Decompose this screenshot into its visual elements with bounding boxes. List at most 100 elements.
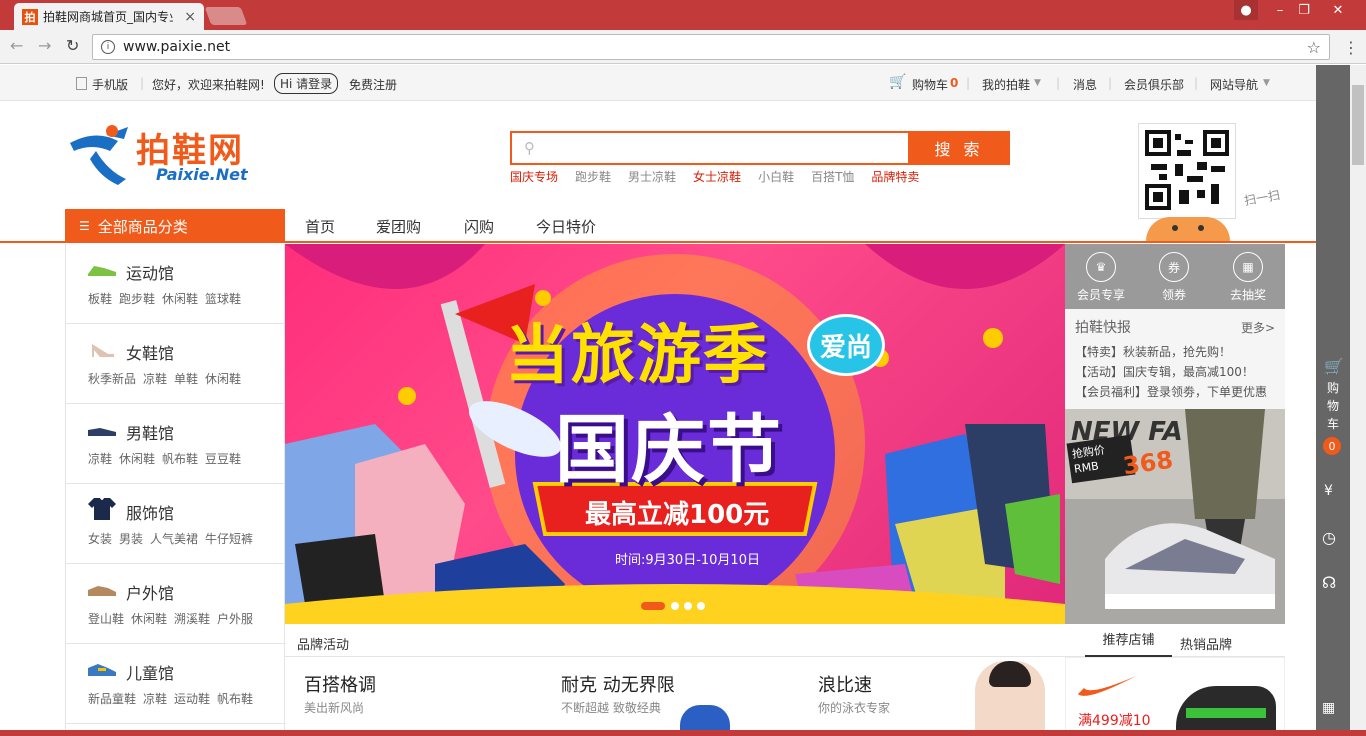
subcategory-link[interactable]: 牛仔短裤 bbox=[205, 532, 253, 546]
tab-recommended-stores[interactable]: 推荐店铺 bbox=[1085, 625, 1172, 657]
close-window-button[interactable]: ✕ bbox=[1316, 0, 1360, 20]
sidebar-cart-label[interactable]: 购物车 bbox=[1326, 379, 1340, 433]
subcategory-link[interactable]: 休闲鞋 bbox=[131, 612, 167, 626]
menu-icon[interactable]: ⋮ bbox=[1343, 38, 1359, 57]
tshirt-icon bbox=[88, 498, 116, 520]
club-link[interactable]: 会员俱乐部 bbox=[1124, 76, 1184, 93]
brand-card[interactable]: 浪比速 你的泳衣专家 bbox=[818, 671, 890, 716]
category-item-men[interactable]: 男鞋馆 凉鞋 休闲鞋 帆布鞋 豆豆鞋 bbox=[66, 404, 286, 484]
info-icon[interactable]: i bbox=[101, 40, 115, 54]
site-logo[interactable]: 拍鞋网 Paixie.Net bbox=[66, 121, 276, 191]
nav-daily-deals[interactable]: 今日特价 bbox=[536, 216, 596, 237]
my-account-link[interactable]: 我的拍鞋 bbox=[982, 76, 1030, 93]
all-categories-button[interactable]: ☰ 全部商品分类 bbox=[65, 209, 285, 243]
carousel-dot[interactable] bbox=[697, 602, 705, 610]
subcategory-link[interactable]: 板鞋 bbox=[88, 292, 112, 306]
member-exclusive-link[interactable]: ♛ 会员专享 bbox=[1066, 252, 1136, 303]
category-item-apparel[interactable]: 服饰馆 女装 男装 人气美裙 牛仔短裤 bbox=[66, 484, 286, 564]
back-icon[interactable]: ← bbox=[10, 36, 23, 55]
subcategory-link[interactable]: 凉鞋 bbox=[143, 372, 167, 386]
promo-banner[interactable]: 当旅游季 爱尚 国庆节 最高立减100元 时间:9月30日-10月10日 bbox=[285, 244, 1065, 624]
hotword-link[interactable]: 跑步鞋 bbox=[575, 170, 611, 184]
profile-icon[interactable]: ● bbox=[1234, 0, 1258, 20]
search-button[interactable]: 搜 索 bbox=[908, 131, 1010, 165]
promo-text: 满499减10 bbox=[1078, 713, 1151, 729]
site-nav-link[interactable]: 网站导航 bbox=[1210, 76, 1258, 93]
hotword-link[interactable]: 男士凉鞋 bbox=[628, 170, 676, 184]
bookmark-star-icon[interactable]: ☆ bbox=[1307, 38, 1321, 57]
news-item[interactable]: 【特卖】秋装新品，抢先购！ bbox=[1075, 343, 1231, 360]
subcategory-link[interactable]: 女装 bbox=[88, 532, 112, 546]
reload-icon[interactable]: ↻ bbox=[66, 36, 79, 55]
category-item-women[interactable]: 女鞋馆 秋季新品 凉鞋 单鞋 休闲鞋 bbox=[66, 324, 286, 404]
history-icon[interactable]: ◷ bbox=[1322, 528, 1336, 547]
subcategory-link[interactable]: 新品童鞋 bbox=[88, 692, 136, 706]
member-label: 去抽奖 bbox=[1229, 288, 1266, 302]
carousel-dot[interactable] bbox=[684, 602, 692, 610]
subcategory-link[interactable]: 单鞋 bbox=[174, 372, 198, 386]
subcategory-link[interactable]: 休闲鞋 bbox=[205, 372, 241, 386]
subcategory-link[interactable]: 秋季新品 bbox=[88, 372, 136, 386]
subcategory-link[interactable]: 人气美裙 bbox=[150, 532, 198, 546]
hotword-link[interactable]: 品牌特卖 bbox=[871, 170, 919, 184]
carousel-dot-active[interactable] bbox=[641, 602, 665, 610]
category-item-outdoor[interactable]: 户外馆 登山鞋 休闲鞋 溯溪鞋 户外服 bbox=[66, 564, 286, 644]
news-item[interactable]: 【活动】国庆专辑，最高减100！ bbox=[1075, 363, 1254, 380]
subcategory-link[interactable]: 休闲鞋 bbox=[162, 292, 198, 306]
search-input[interactable]: ⚲ bbox=[510, 131, 910, 165]
wallet-icon[interactable]: ¥ bbox=[1324, 483, 1333, 499]
divider: | bbox=[966, 76, 971, 90]
subcategory-link[interactable]: 溯溪鞋 bbox=[174, 612, 210, 626]
tab-hot-brands[interactable]: 热销品牌 bbox=[1180, 634, 1232, 653]
divider: | bbox=[1108, 76, 1113, 90]
minimize-button[interactable]: – bbox=[1268, 0, 1292, 20]
cart-icon[interactable]: 🛒 bbox=[1324, 357, 1344, 376]
brand-card[interactable]: 耐克 动无界限 不断超越 致敬经典 bbox=[561, 671, 675, 716]
brand-slogan: 你的泳衣专家 bbox=[818, 701, 891, 715]
lottery-link[interactable]: ▦ 去抽奖 bbox=[1213, 252, 1283, 303]
login-link[interactable]: Hi 请登录 bbox=[274, 73, 339, 94]
customer-service-icon[interactable]: ☊ bbox=[1322, 573, 1336, 592]
messages-link[interactable]: 消息 bbox=[1073, 76, 1097, 93]
new-tab-button[interactable] bbox=[204, 7, 248, 25]
nav-flash-sale[interactable]: 闪购 bbox=[464, 216, 494, 237]
subcategory-link[interactable]: 凉鞋 bbox=[143, 692, 167, 706]
subcategory-link[interactable]: 跑步鞋 bbox=[119, 292, 155, 306]
subcategory-link[interactable]: 男装 bbox=[119, 532, 143, 546]
news-item[interactable]: 【会员福利】登录领劵，下单更优惠 bbox=[1075, 383, 1267, 400]
category-item-sports[interactable]: 运动馆 板鞋 跑步鞋 休闲鞋 篮球鞋 bbox=[66, 244, 286, 324]
subcategory-link[interactable]: 篮球鞋 bbox=[205, 292, 241, 306]
carousel-dot[interactable] bbox=[671, 602, 679, 610]
subcategory-link[interactable]: 运动鞋 bbox=[174, 692, 210, 706]
browser-tab[interactable]: 拍 拍鞋网商城首页_国内专业 × bbox=[14, 3, 204, 30]
hotword-link[interactable]: 小白鞋 bbox=[758, 170, 794, 184]
subcategory-link[interactable]: 凉鞋 bbox=[88, 452, 112, 466]
close-tab-icon[interactable]: × bbox=[184, 9, 196, 25]
scrollbar-thumb[interactable] bbox=[1352, 85, 1364, 165]
subcategory-link[interactable]: 豆豆鞋 bbox=[205, 452, 241, 466]
hotword-link[interactable]: 女士凉鞋 bbox=[693, 170, 741, 184]
hotword-link[interactable]: 百搭T恤 bbox=[811, 170, 854, 184]
nike-promo[interactable]: 满499减10 bbox=[1065, 657, 1285, 730]
scrollbar[interactable] bbox=[1350, 65, 1366, 730]
qr-code-icon[interactable]: ▦ bbox=[1322, 700, 1335, 716]
brand-card[interactable]: 百搭格调 美出新风尚 bbox=[304, 671, 376, 716]
subcategory-link[interactable]: 休闲鞋 bbox=[119, 452, 155, 466]
nav-group-buy[interactable]: 爱团购 bbox=[376, 216, 421, 237]
register-link[interactable]: 免费注册 bbox=[349, 76, 397, 93]
subcategory-link[interactable]: 登山鞋 bbox=[88, 612, 124, 626]
hotword-link[interactable]: 国庆专场 bbox=[510, 170, 558, 184]
news-more-link[interactable]: 更多> bbox=[1241, 319, 1275, 336]
subcategory-link[interactable]: 帆布鞋 bbox=[162, 452, 198, 466]
shoe-ad[interactable]: NEW FA 抢购价 RMB 368 bbox=[1065, 409, 1285, 624]
cart-link[interactable]: 购物车 bbox=[912, 76, 948, 93]
category-item-kids[interactable]: 儿童馆 新品童鞋 凉鞋 运动鞋 帆布鞋 bbox=[66, 644, 286, 724]
address-bar[interactable]: i www.paixie.net ☆ bbox=[92, 34, 1330, 60]
subcategory-link[interactable]: 帆布鞋 bbox=[217, 692, 253, 706]
restore-button[interactable]: ❐ bbox=[1292, 0, 1316, 20]
mobile-link[interactable]: 手机版 bbox=[92, 76, 128, 93]
subcategory-link[interactable]: 户外服 bbox=[217, 612, 253, 626]
nav-home[interactable]: 首页 bbox=[305, 216, 335, 237]
coupon-link[interactable]: 券 领券 bbox=[1139, 252, 1209, 303]
forward-icon[interactable]: → bbox=[38, 36, 51, 55]
